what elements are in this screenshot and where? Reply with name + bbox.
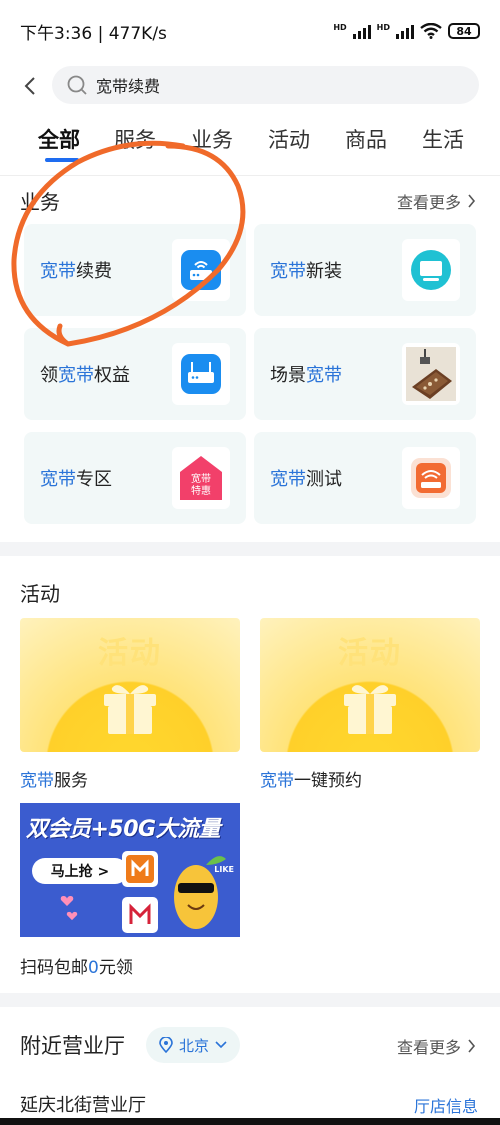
status-left: 下午3:36 | 477K/s: [20, 23, 167, 44]
business-card-zone[interactable]: 宽带专区 宽带 特惠: [24, 432, 246, 524]
tab-service[interactable]: 服务: [114, 124, 156, 154]
search-query: 宽带续费: [96, 77, 161, 96]
grab-now-button[interactable]: 马上抢 >: [32, 858, 128, 884]
tab-life[interactable]: 生活: [422, 124, 464, 154]
mango-logo-icon: [122, 897, 158, 933]
tab-goods[interactable]: 商品: [345, 124, 387, 154]
business-card-speedtest[interactable]: 宽带测试: [254, 432, 476, 524]
card-label: 宽带续费: [40, 261, 112, 282]
card-label: 领宽带权益: [40, 365, 130, 386]
heart-icon: [60, 896, 74, 906]
back-button[interactable]: [10, 66, 50, 106]
search-input[interactable]: 宽带续费: [52, 66, 479, 104]
search-icon: [67, 75, 87, 95]
business-more-link[interactable]: 查看更多: [397, 189, 476, 213]
svg-text:宽带: 宽带: [191, 472, 211, 485]
router-icon: [172, 239, 230, 301]
store-info-link[interactable]: 厅店信息: [414, 1093, 478, 1117]
promo-title: 活动: [98, 636, 162, 671]
business-card-scene[interactable]: 场景宽带: [254, 328, 476, 420]
search-row: 宽带续费: [0, 66, 500, 106]
signal-icon-2: [396, 23, 414, 39]
chevron-left-icon: [24, 77, 35, 95]
chevron-right-icon: [468, 194, 476, 208]
tabs-divider: [0, 175, 500, 176]
section-separator: [0, 542, 500, 556]
status-speed: 477K/s: [108, 23, 167, 44]
activity-section-title: 活动: [20, 582, 60, 606]
card-label: 宽带新装: [270, 261, 342, 282]
svg-text:特惠: 特惠: [191, 484, 211, 497]
nearby-stores-title: 附近营业厅: [20, 1034, 125, 1058]
status-time: 下午3:36: [20, 23, 93, 44]
tab-activity[interactable]: 活动: [268, 124, 310, 154]
gift-icon: [104, 685, 156, 734]
chevron-right-icon: [468, 1039, 476, 1053]
wifi-icon: [420, 23, 442, 39]
heart-icon: [66, 911, 78, 921]
router-icon: [172, 343, 230, 405]
city-name: 北京: [178, 1036, 209, 1055]
card-label: 宽带专区: [40, 469, 112, 490]
battery-icon: 84: [448, 23, 480, 39]
city-selector[interactable]: 北京: [146, 1027, 240, 1063]
house-badge-icon: 宽带 特惠: [172, 447, 230, 509]
status-right: HD HD 84: [333, 23, 480, 39]
like-sticker: LIKE: [214, 865, 234, 874]
membership-banner[interactable]: 双会员+50G大流量 马上抢 > LIKE: [20, 803, 240, 937]
nearby-more-label: 查看更多: [396, 1038, 461, 1057]
chevron-down-icon: [215, 1041, 227, 1049]
scene-photo-icon: [402, 343, 460, 405]
activity-promo-image[interactable]: 活动: [20, 618, 240, 752]
business-section-title: 业务: [20, 190, 60, 214]
network-label-2: HD: [376, 23, 390, 32]
business-card-new-install[interactable]: 宽带新装: [254, 224, 476, 316]
activity-label-service[interactable]: 宽带服务: [20, 766, 88, 791]
mascot-icon: [174, 856, 226, 929]
section-separator: [0, 993, 500, 1007]
active-tab-indicator: [45, 158, 79, 162]
tab-all[interactable]: 全部: [38, 124, 80, 154]
nearby-more-link[interactable]: 查看更多: [397, 1034, 476, 1058]
monitor-icon: [402, 239, 460, 301]
store-name: 延庆北街营业厅: [20, 1095, 146, 1116]
card-label: 场景宽带: [270, 365, 342, 386]
business-more-label: 查看更多: [396, 193, 461, 212]
banner-title: 双会员+50G大流量: [26, 817, 221, 842]
card-label: 宽带测试: [270, 469, 342, 490]
wifi-router-icon: [402, 447, 460, 509]
business-card-renew[interactable]: 宽带续费: [24, 224, 246, 316]
app-logo-icon: [122, 851, 158, 887]
gift-icon: [344, 685, 396, 734]
tab-business[interactable]: 业务: [191, 124, 233, 154]
status-bar: 下午3:36 | 477K/s HD HD 84: [0, 0, 500, 62]
activity-promo-image-2[interactable]: 活动: [260, 618, 480, 752]
activity-label-reserve[interactable]: 宽带一键预约: [260, 766, 362, 791]
activity-label-free-shipping[interactable]: 扫码包邮0元领: [20, 953, 133, 978]
bottom-edge: [0, 1118, 500, 1125]
signal-icon: [352, 23, 371, 39]
business-card-benefits[interactable]: 领宽带权益: [24, 328, 246, 420]
network-label-1: HD: [333, 23, 347, 32]
category-tabs: 全部 服务 业务 活动 商品 生活: [0, 124, 500, 174]
promo-title: 活动: [338, 636, 402, 671]
location-pin-icon: [159, 1037, 173, 1053]
